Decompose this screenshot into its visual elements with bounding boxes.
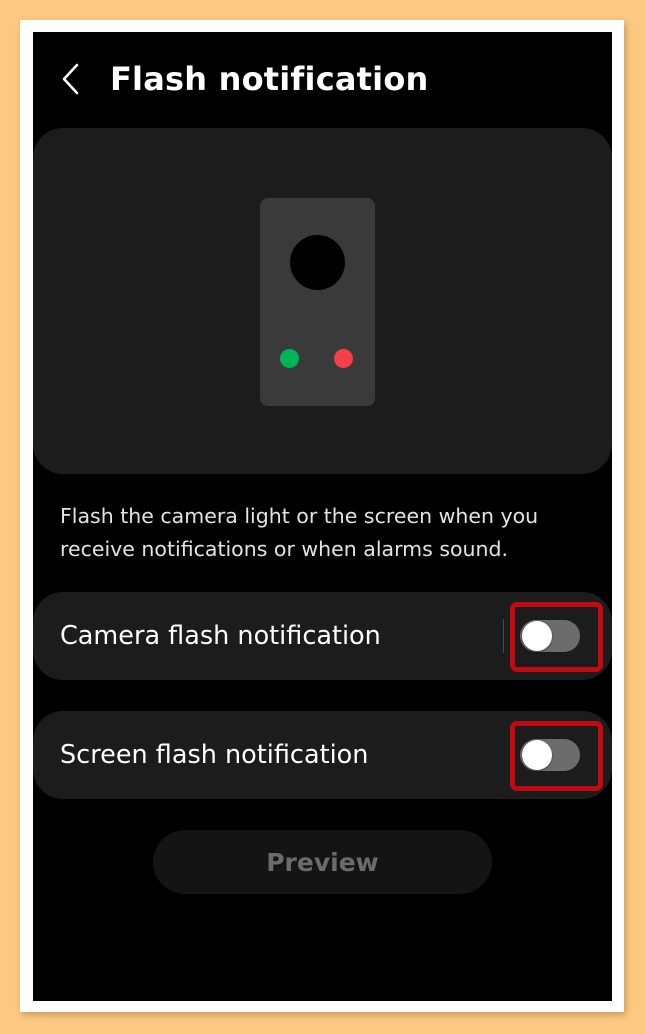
description-text: Flash the camera light or the screen whe… [60,504,539,561]
chevron-left-icon [62,63,79,95]
camera-flash-label: Camera flash notification [60,621,381,651]
camera-lens-graphic [290,235,345,290]
camera-flash-setting-row[interactable]: Camera flash notification [33,592,612,680]
app-header: Flash notification [33,32,612,128]
row-divider [503,619,504,653]
preview-button[interactable]: Preview [153,830,492,894]
app-screen: Flash notification Flash the camera ligh… [33,32,612,1001]
green-light-graphic [280,349,299,368]
phone-back-graphic [260,198,375,406]
page-title: Flash notification [110,60,429,98]
toggle-knob [522,740,552,770]
flash-illustration [33,128,612,474]
screen-flash-toggle[interactable] [520,739,580,771]
toggle-knob [522,621,552,651]
back-button[interactable] [53,56,89,102]
camera-flash-toggle[interactable] [520,620,580,652]
screen-flash-label: Screen flash notification [60,740,369,770]
red-light-graphic [334,349,353,368]
screen-flash-setting-row[interactable]: Screen flash notification [33,711,612,799]
